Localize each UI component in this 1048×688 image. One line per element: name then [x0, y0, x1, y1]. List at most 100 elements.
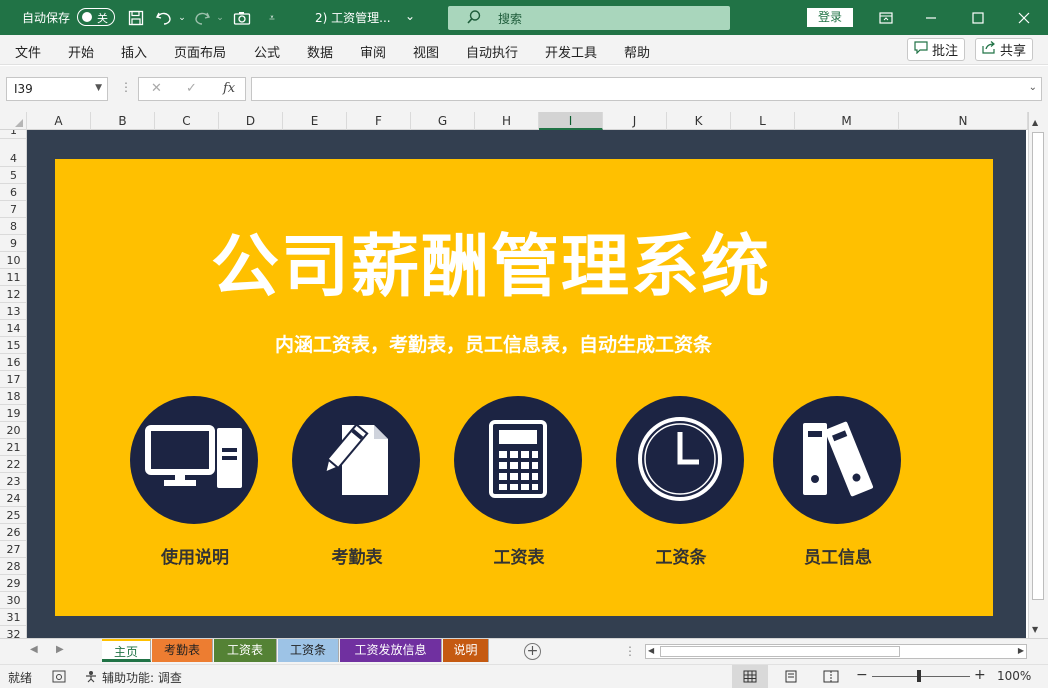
- column-header[interactable]: G: [411, 112, 475, 130]
- row-header[interactable]: 13: [0, 303, 26, 320]
- macro-record-icon[interactable]: [52, 670, 66, 686]
- tile-payroll[interactable]: 工资表: [454, 396, 584, 568]
- scroll-down-icon[interactable]: ▼: [1032, 625, 1038, 634]
- formula-input[interactable]: ⌄: [251, 77, 1042, 101]
- row-header[interactable]: 8: [0, 218, 26, 235]
- column-header[interactable]: A: [27, 112, 91, 130]
- close-icon[interactable]: [1013, 7, 1035, 29]
- tab-split-grip-icon[interactable]: ⋮: [624, 644, 636, 658]
- zoom-level[interactable]: 100%: [997, 669, 1031, 683]
- tile-circle[interactable]: [773, 396, 901, 524]
- tab-automate[interactable]: 自动执行: [466, 42, 518, 61]
- name-box-dropdown-icon[interactable]: ▼: [95, 83, 102, 93]
- tile-label[interactable]: 工资表: [434, 543, 604, 568]
- add-sheet-button[interactable]: +: [524, 643, 541, 660]
- minimize-icon[interactable]: [920, 7, 942, 29]
- page-break-preview-icon[interactable]: [823, 670, 839, 686]
- row-header[interactable]: 27: [0, 541, 26, 558]
- row-header[interactable]: 24: [0, 490, 26, 507]
- column-header[interactable]: K: [667, 112, 731, 130]
- row-header[interactable]: 5: [0, 167, 26, 184]
- name-box[interactable]: I39 ▼: [6, 77, 108, 101]
- row-header[interactable]: 12: [0, 286, 26, 303]
- scroll-up-icon[interactable]: ▲: [1032, 118, 1038, 127]
- insert-function-icon[interactable]: fx: [223, 81, 235, 96]
- tab-formulas[interactable]: 公式: [254, 42, 280, 61]
- column-header[interactable]: N: [899, 112, 1028, 130]
- row-header[interactable]: 7: [0, 201, 26, 218]
- autosave-toggle[interactable]: 关: [77, 8, 115, 26]
- tab-developer[interactable]: 开发工具: [545, 42, 597, 61]
- row-header[interactable]: 32: [0, 626, 26, 638]
- tile-label[interactable]: 工资条: [596, 543, 766, 568]
- redo-icon[interactable]: [192, 8, 212, 28]
- zoom-slider-thumb[interactable]: [917, 670, 921, 682]
- column-header[interactable]: B: [91, 112, 155, 130]
- tile-label[interactable]: 员工信息: [753, 543, 923, 568]
- column-header-selected[interactable]: I: [539, 112, 603, 130]
- customize-toolbar-icon[interactable]: ⩡: [262, 8, 282, 28]
- camera-icon[interactable]: [232, 8, 252, 28]
- row-header[interactable]: 26: [0, 524, 26, 541]
- row-header[interactable]: 10: [0, 252, 26, 269]
- tab-insert[interactable]: 插入: [121, 42, 147, 61]
- tab-view[interactable]: 视图: [413, 42, 439, 61]
- tab-data[interactable]: 数据: [307, 42, 333, 61]
- column-header[interactable]: H: [475, 112, 539, 130]
- formula-bar-grip-icon[interactable]: ⋮: [120, 80, 132, 94]
- row-header[interactable]: 11: [0, 269, 26, 286]
- sheet-tab-notes[interactable]: 说明: [443, 639, 489, 662]
- tile-circle[interactable]: [616, 396, 744, 524]
- undo-icon[interactable]: [154, 8, 174, 28]
- row-header[interactable]: 21: [0, 439, 26, 456]
- tab-file[interactable]: 文件: [15, 42, 41, 61]
- tile-label[interactable]: 使用说明: [110, 543, 280, 568]
- row-header[interactable]: 25: [0, 507, 26, 524]
- title-chevron-down-icon[interactable]: ⌄: [405, 9, 415, 23]
- expand-formula-chevron-icon[interactable]: ⌄: [1029, 82, 1037, 93]
- tile-employee-info[interactable]: 员工信息: [773, 396, 903, 568]
- vertical-scroll-thumb[interactable]: [1032, 132, 1044, 600]
- column-header[interactable]: F: [347, 112, 411, 130]
- tab-review[interactable]: 审阅: [360, 42, 386, 61]
- row-header[interactable]: 14: [0, 320, 26, 337]
- zoom-out-button[interactable]: −: [856, 667, 868, 683]
- row-header[interactable]: 20: [0, 422, 26, 439]
- redo-dropdown-icon[interactable]: ⌄: [210, 8, 230, 28]
- select-all-button[interactable]: [0, 112, 27, 130]
- tile-label[interactable]: 考勤表: [272, 543, 442, 568]
- row-header[interactable]: 29: [0, 575, 26, 592]
- column-header[interactable]: L: [731, 112, 795, 130]
- tile-circle[interactable]: [130, 396, 258, 524]
- scroll-left-icon[interactable]: ◀: [648, 646, 654, 655]
- row-header[interactable]: 30: [0, 592, 26, 609]
- ribbon-display-icon[interactable]: [875, 7, 897, 29]
- accessibility-status[interactable]: 辅助功能: 调查: [102, 669, 182, 686]
- enter-icon[interactable]: ✓: [186, 81, 197, 96]
- tab-page-layout[interactable]: 页面布局: [174, 42, 226, 61]
- sheet-tab-home[interactable]: 主页: [102, 639, 151, 662]
- row-header[interactable]: 4: [0, 150, 26, 167]
- accessibility-icon[interactable]: [84, 670, 98, 686]
- maximize-icon[interactable]: [967, 7, 989, 29]
- row-header[interactable]: 17: [0, 371, 26, 388]
- sheet-tab-payslip[interactable]: 工资条: [278, 639, 339, 662]
- column-header[interactable]: C: [155, 112, 219, 130]
- page-layout-icon[interactable]: [784, 670, 798, 686]
- vertical-scrollbar[interactable]: ▲ ▼: [1028, 112, 1048, 638]
- save-icon[interactable]: [126, 8, 146, 28]
- row-header[interactable]: 19: [0, 405, 26, 422]
- sheet-tab-payment-info[interactable]: 工资发放信息: [340, 639, 442, 662]
- row-header[interactable]: 16: [0, 354, 26, 371]
- cancel-icon[interactable]: ✕: [151, 81, 162, 96]
- row-header[interactable]: 15: [0, 337, 26, 354]
- tab-help[interactable]: 帮助: [624, 42, 650, 61]
- row-header[interactable]: 18: [0, 388, 26, 405]
- row-header[interactable]: 9: [0, 235, 26, 252]
- row-header[interactable]: 28: [0, 558, 26, 575]
- horizontal-scroll-thumb[interactable]: [660, 646, 900, 657]
- search-box[interactable]: 搜索: [448, 6, 730, 30]
- undo-dropdown-icon[interactable]: ⌄: [172, 8, 192, 28]
- row-header[interactable]: 1: [0, 130, 26, 139]
- share-button[interactable]: 共享: [975, 38, 1034, 61]
